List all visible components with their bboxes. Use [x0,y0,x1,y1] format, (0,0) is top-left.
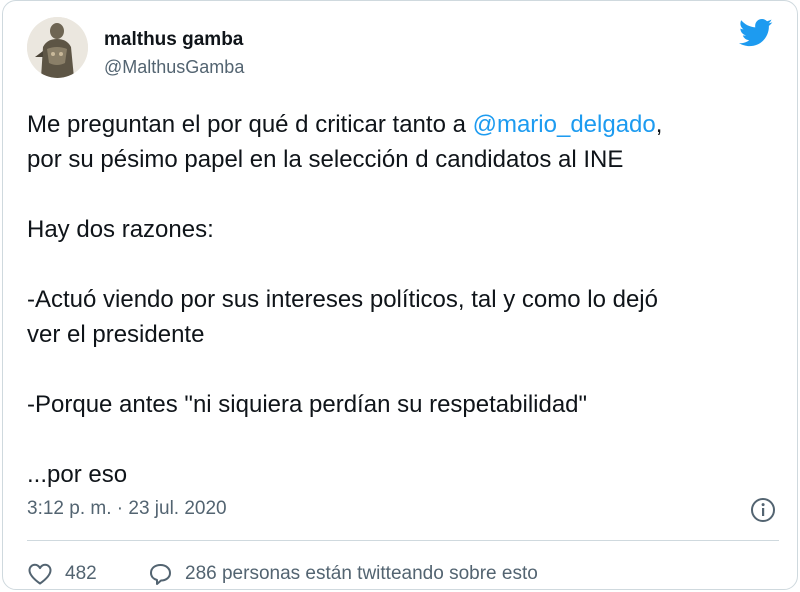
speech-bubble-icon [150,564,171,585]
tweet-card: malthus gamba @MalthusGamba Me preguntan… [2,0,798,590]
twitter-bird-icon[interactable] [739,18,773,48]
tweet-timestamp[interactable]: 3:12 p. m. · 23 jul. 2020 [27,498,227,520]
divider [27,540,779,541]
mention-link[interactable]: @mario_delgado [473,111,656,138]
tweet-line: Hay dos razones: [27,216,214,243]
conversation-button[interactable]: 286 personas están twitteando sobre esto [147,561,538,587]
tweet-line: por su pésimo papel en la selección d ca… [27,146,624,173]
tweet-line: -Actuó viendo por sus intereses político… [27,286,658,313]
tweet-line: Me preguntan el por qué d criticar tanto… [27,107,787,142]
avatar[interactable] [27,17,88,78]
like-count: 482 [65,563,97,584]
author-handle[interactable]: @MalthusGamba [104,57,244,78]
like-button[interactable]: 482 [27,561,97,587]
info-icon[interactable] [750,497,776,523]
tweet-text: Me preguntan el por qué d criticar tanto… [27,107,787,492]
heart-icon [28,563,52,585]
tweet-text-segment: , [655,111,663,138]
author-display-name[interactable]: malthus gamba [104,29,243,51]
conversation-label: 286 personas están twitteando sobre esto [185,563,538,584]
statue-avatar-icon [27,17,88,78]
tweet-line: ver el presidente [27,321,205,348]
tweet-text-segment: Me preguntan el por qué d criticar tanto… [27,111,473,138]
tweet-line: ...por eso [27,461,128,488]
tweet-line: -Porque antes "ni siquiera perdían su re… [27,391,588,418]
